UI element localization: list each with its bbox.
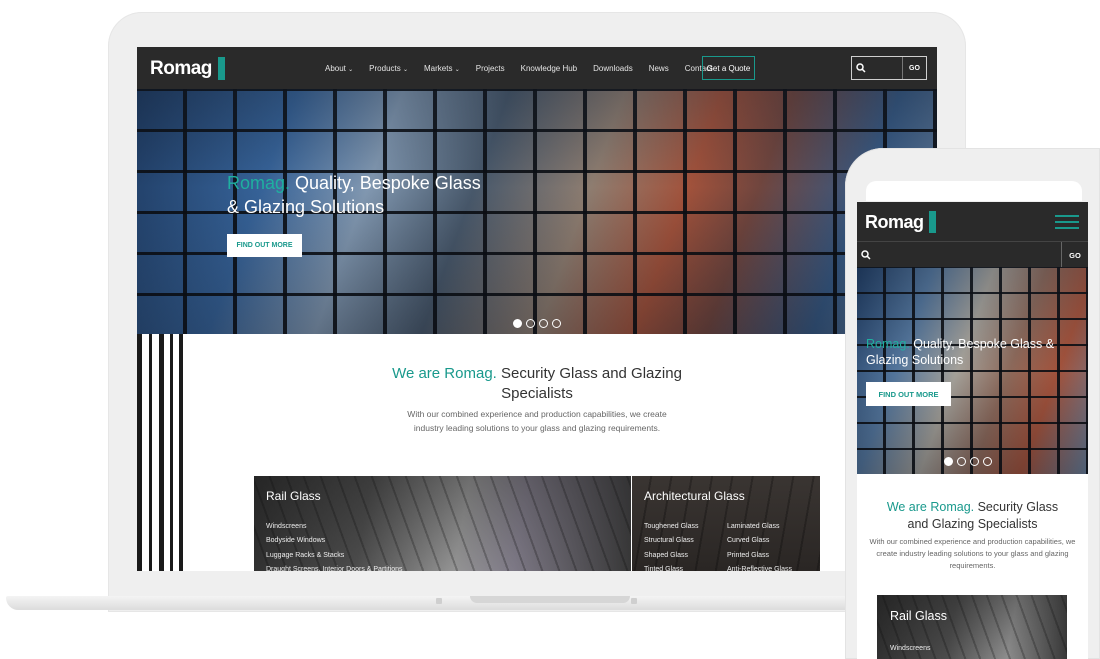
search-icon[interactable]: [852, 57, 870, 79]
mobile-search: GO: [857, 241, 1088, 268]
card-link[interactable]: Structural Glass: [644, 534, 698, 548]
architectural-glass-card[interactable]: Architectural Glass Toughened Glass Stru…: [632, 476, 820, 571]
intro-text: With our combined experience and product…: [407, 409, 667, 433]
intro-heading: We are Romag. Security Glass and Glazing…: [886, 500, 1059, 531]
search-icon[interactable]: [861, 247, 871, 265]
desktop-menu: About ⌄ Products ⌄ Markets ⌄ Projects Kn…: [325, 47, 728, 89]
carousel-dot[interactable]: [970, 457, 979, 466]
rail-glass-card[interactable]: Rail Glass Windscreens: [877, 595, 1067, 659]
card-title: Rail Glass: [266, 489, 321, 503]
carousel-dots: [944, 457, 996, 466]
intro-text: With our combined experience and product…: [869, 537, 1076, 570]
nav-item-markets[interactable]: Markets ⌄: [424, 64, 460, 73]
card-link[interactable]: Windscreens: [266, 520, 403, 534]
carousel-dots: [513, 319, 565, 328]
nav-item-news[interactable]: News: [649, 64, 669, 73]
decorative-stripes: [137, 334, 189, 571]
rail-glass-card[interactable]: Rail Glass Windscreens Bodyside Windows …: [254, 476, 631, 571]
card-title: Rail Glass: [890, 609, 947, 623]
find-out-more-button[interactable]: FIND OUT MORE: [866, 382, 951, 406]
chevron-down-icon: ⌄: [348, 66, 354, 73]
card-link-list: Windscreens Bodyside Windows Luggage Rac…: [266, 520, 403, 571]
mobile-logo[interactable]: Romag: [865, 211, 936, 233]
hero-title: Romag. Quality, Bespoke Glass & Glazing …: [227, 173, 481, 217]
search-go-button[interactable]: GO: [902, 57, 926, 79]
chevron-down-icon: ⌄: [454, 66, 460, 73]
card-link[interactable]: Draught Screens, Interior Doors & Partit…: [266, 563, 403, 571]
mobile-navbar: Romag: [857, 202, 1088, 241]
desktop-search: GO: [851, 56, 927, 80]
intro-heading: We are Romag. Security Glass and Glazing…: [392, 365, 682, 402]
card-link[interactable]: Anti-Reflective Glass: [727, 563, 792, 571]
carousel-dot[interactable]: [957, 457, 966, 466]
laptop-foot: [436, 598, 442, 604]
card-link-list: Toughened Glass Structural Glass Shaped …: [644, 520, 698, 571]
card-link-list: Laminated Glass Curved Glass Printed Gla…: [727, 520, 792, 571]
nav-item-about[interactable]: About ⌄: [325, 64, 353, 73]
find-out-more-button[interactable]: FIND OUT MORE: [227, 234, 302, 257]
card-link[interactable]: Tinted Glass: [644, 563, 698, 571]
card-link[interactable]: Laminated Glass: [727, 520, 792, 534]
search-input[interactable]: [870, 57, 902, 79]
carousel-dot[interactable]: [944, 457, 953, 466]
chevron-down-icon: ⌄: [402, 66, 409, 73]
carousel-dot[interactable]: [539, 319, 548, 328]
hamburger-menu-icon[interactable]: [1055, 213, 1079, 230]
card-link[interactable]: Luggage Racks & Stacks: [266, 549, 403, 563]
desktop-logo[interactable]: Romag: [150, 57, 225, 80]
logo-text: Romag: [150, 57, 212, 79]
card-link[interactable]: Windscreens: [890, 645, 930, 652]
desktop-navbar: Romag About ⌄ Products ⌄ Markets ⌄ Proje…: [137, 47, 937, 89]
card-title: Architectural Glass: [644, 489, 745, 503]
carousel-dot[interactable]: [552, 319, 561, 328]
logo-bar: [928, 211, 936, 233]
card-link[interactable]: Curved Glass: [727, 534, 792, 548]
logo-text: Romag: [865, 211, 924, 232]
mobile-screen: Romag GO Romag. Quality, Bespoke Glass &…: [857, 202, 1088, 659]
carousel-dot[interactable]: [983, 457, 992, 466]
laptop-foot: [631, 598, 637, 604]
card-link[interactable]: Bodyside Windows: [266, 534, 403, 548]
nav-item-knowledge-hub[interactable]: Knowledge Hub: [521, 64, 577, 73]
nav-item-downloads[interactable]: Downloads: [593, 64, 633, 73]
card-link[interactable]: Printed Glass: [727, 549, 792, 563]
laptop-notch: [470, 596, 630, 603]
card-link[interactable]: Toughened Glass: [644, 520, 698, 534]
phone-top-bezel: [866, 181, 1082, 201]
nav-item-projects[interactable]: Projects: [476, 64, 505, 73]
nav-item-products[interactable]: Products ⌄: [369, 64, 408, 73]
desktop-screen: Romag About ⌄ Products ⌄ Markets ⌄ Proje…: [137, 47, 937, 571]
desktop-hero: Romag. Quality, Bespoke Glass & Glazing …: [137, 89, 937, 334]
mobile-hero: Romag. Quality, Bespoke Glass & Glazing …: [857, 267, 1088, 474]
card-link[interactable]: Shaped Glass: [644, 549, 698, 563]
hero-title: Romag. Quality, Bespoke Glass & Glazing …: [866, 337, 1055, 367]
logo-bar: [217, 57, 225, 80]
carousel-dot[interactable]: [526, 319, 535, 328]
get-a-quote-button[interactable]: Get a Quote: [702, 56, 755, 80]
search-go-button[interactable]: GO: [1061, 242, 1088, 268]
carousel-dot[interactable]: [513, 319, 522, 328]
